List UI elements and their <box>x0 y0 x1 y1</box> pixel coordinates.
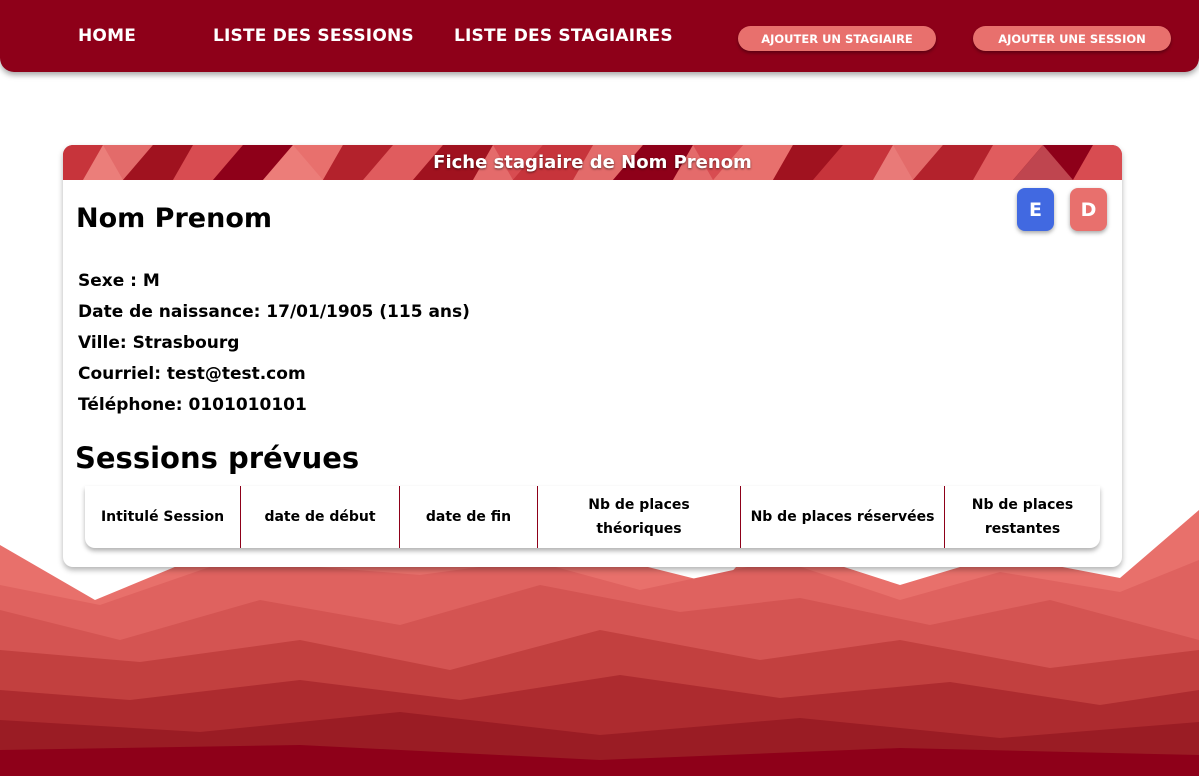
nav-link-trainees-list[interactable]: LISTE DES STAGIAIRES <box>454 26 673 46</box>
table-header-theoretical-places: Nb de places théoriques <box>537 486 740 548</box>
info-city: Ville: Strasbourg <box>78 333 240 353</box>
add-trainee-button[interactable]: AJOUTER UN STAGIAIRE <box>738 26 936 51</box>
info-birthdate: Date de naissance: 17/01/1905 (115 ans) <box>78 302 470 322</box>
top-navbar: HOME LISTE DES SESSIONS LISTE DES STAGIA… <box>0 0 1199 72</box>
add-session-button[interactable]: AJOUTER UNE SESSION <box>973 26 1171 51</box>
trainee-info-list: Sexe : M Date de naissance: 17/01/1905 (… <box>78 266 470 421</box>
nav-link-home[interactable]: HOME <box>78 26 136 46</box>
sessions-heading: Sessions prévues <box>75 441 360 475</box>
table-header-start-date: date de début <box>240 486 399 548</box>
trainee-name-heading: Nom Prenom <box>76 203 273 234</box>
table-header-remaining-places: Nb de places restantes <box>944 486 1100 548</box>
card-header-title: Fiche stagiaire de Nom Prenom <box>433 152 752 173</box>
table-header-session-title: Intitulé Session <box>100 509 225 525</box>
table-header-end-date: date de fin <box>399 486 537 548</box>
sessions-table: Intitulé Session date de début date de f… <box>85 486 1100 548</box>
card-header: Fiche stagiaire de Nom Prenom <box>63 145 1122 180</box>
trainee-card: Fiche stagiaire de Nom Prenom Nom Prenom… <box>63 145 1122 567</box>
table-header-reserved-places: Nb de places réservées <box>740 486 944 548</box>
info-email: Courriel: test@test.com <box>78 364 306 384</box>
edit-button[interactable]: E <box>1017 188 1054 231</box>
delete-button[interactable]: D <box>1070 188 1107 231</box>
info-phone: Téléphone: 0101010101 <box>78 395 307 415</box>
info-sex: Sexe : M <box>78 271 160 291</box>
nav-link-sessions-list[interactable]: LISTE DES SESSIONS <box>213 26 414 46</box>
